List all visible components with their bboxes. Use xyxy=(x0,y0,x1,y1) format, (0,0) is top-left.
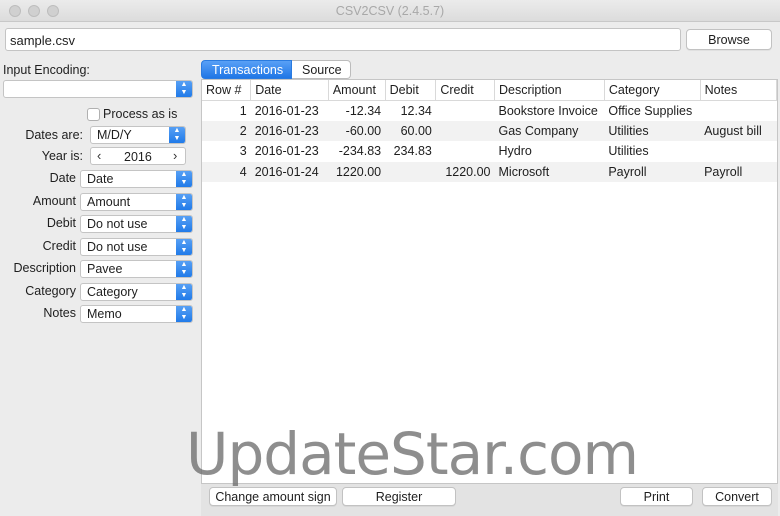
field-select-debit[interactable]: Do not use ▲ ▼ xyxy=(80,215,193,233)
file-path-input[interactable]: sample.csv xyxy=(5,28,681,51)
browse-button[interactable]: Browse xyxy=(686,29,772,50)
field-select-date[interactable]: Date ▲ ▼ xyxy=(80,170,193,188)
table-cell: Utilities xyxy=(604,120,701,141)
watermark: UpdateStar.com xyxy=(186,420,639,488)
field-select-category[interactable]: Category ▲ ▼ xyxy=(80,282,193,301)
input-encoding-select[interactable]: ▲ ▼ xyxy=(3,80,193,98)
print-button[interactable]: Print xyxy=(620,487,693,506)
table-cell: 2016-01-23 xyxy=(250,120,329,141)
register-button[interactable]: Register xyxy=(342,487,456,506)
select-arrows-icon: ▲ ▼ xyxy=(176,193,192,210)
column-header[interactable]: Row # xyxy=(202,80,252,101)
column-header[interactable]: Date xyxy=(250,80,329,101)
year-is-label: Year is: xyxy=(41,149,83,163)
field-label-amount: Amount xyxy=(32,193,76,208)
field-select-value: Do not use xyxy=(87,239,148,254)
table-cell: -234.83 xyxy=(338,144,382,159)
table-cell: Utilities xyxy=(608,144,649,159)
column-header[interactable]: Debit xyxy=(385,80,437,101)
table-cell: 1220.00 xyxy=(435,161,495,182)
table-cell: 2016-01-24 xyxy=(250,161,329,182)
table-cell xyxy=(700,141,776,162)
tab-transactions[interactable]: Transactions xyxy=(201,60,292,79)
table-cell: -12.34 xyxy=(345,103,382,118)
field-select-description[interactable]: Pavee ▲ ▼ xyxy=(80,260,193,278)
dates-are-label: Dates are: xyxy=(25,128,83,142)
field-select-value: Date xyxy=(87,172,114,186)
table-cell: Payroll xyxy=(604,161,701,182)
table-cell: 12.34 xyxy=(400,103,432,118)
column-header[interactable]: Amount xyxy=(328,80,386,101)
process-as-is-checkbox[interactable] xyxy=(87,108,100,121)
table-cell: Payroll xyxy=(700,161,777,182)
field-select-credit[interactable]: Do not use ▲ ▼ xyxy=(80,237,193,256)
table-cell: 1 xyxy=(239,103,247,118)
field-label-notes: Notes xyxy=(43,306,76,320)
field-select-notes[interactable]: Memo ▲ ▼ xyxy=(80,305,193,323)
field-select-value: Amount xyxy=(87,194,131,209)
field-label-description: Description xyxy=(13,261,76,275)
table-cell: Office Supplies xyxy=(608,103,693,118)
select-arrows-icon: ▲ ▼ xyxy=(176,216,192,232)
column-header[interactable]: Credit xyxy=(435,80,495,101)
field-select-amount[interactable]: Amount ▲ ▼ xyxy=(80,192,193,211)
table-cell xyxy=(436,100,495,121)
field-select-value: Do not use xyxy=(87,217,148,231)
field-select-value: Pavee xyxy=(87,262,123,276)
select-arrows-icon: ▲ ▼ xyxy=(176,261,192,277)
table-cell: Microsoft xyxy=(494,161,605,182)
title-bar: CSV2CSV (2.4.5.7) xyxy=(0,0,780,22)
table-row[interactable]: 2 2016-01-23 -60.00 60.00 Gas Company Utiliti… xyxy=(202,120,777,141)
select-arrows-icon: ▲ ▼ xyxy=(176,306,192,322)
field-select-value: Memo xyxy=(87,307,122,321)
table-cell xyxy=(385,161,436,182)
field-label-debit: Debit xyxy=(46,216,76,230)
table-cell xyxy=(436,141,495,162)
table-cell: August bill xyxy=(700,120,777,141)
table-header-row: Row # Date Amount Debit Credit Description Cat… xyxy=(202,80,778,101)
table-cell xyxy=(700,100,776,121)
window-title: CSV2CSV (2.4.5.7) xyxy=(335,4,445,18)
table-cell: 1220.00 xyxy=(328,161,386,182)
table-cell: -60.00 xyxy=(328,120,386,141)
field-label-credit: Credit xyxy=(42,238,76,253)
table-cell: 2016-01-23 xyxy=(254,103,319,118)
table-cell xyxy=(435,120,495,141)
table-cell: Hydro xyxy=(498,144,532,159)
field-label-category: Category xyxy=(25,283,76,298)
table-cell: 2 xyxy=(202,120,251,141)
convert-button[interactable]: Convert xyxy=(702,487,772,506)
table-cell: 234.83 xyxy=(393,144,432,159)
select-arrows-icon: ▲ ▼ xyxy=(169,127,185,143)
field-label-date: Date xyxy=(49,171,76,185)
tab-source[interactable]: Source xyxy=(292,60,351,79)
process-as-is-label: Process as is xyxy=(103,107,178,121)
select-arrows-icon: ▲ ▼ xyxy=(176,171,192,187)
select-arrows-icon: ▲ ▼ xyxy=(176,283,192,300)
table-row[interactable]: 1 2016-01-23 -12.34 12.34 Bookstore Invoice O… xyxy=(202,100,777,121)
table-cell: 60.00 xyxy=(385,120,436,141)
year-value: 2016 xyxy=(124,150,152,164)
table-row[interactable]: 4 2016-01-24 1220.00 1220.00 Microsoft Payrol… xyxy=(202,161,777,182)
dates-format-select[interactable]: M/D/Y ▲ ▼ xyxy=(90,126,186,144)
table-row[interactable]: 3 2016-01-23 -234.83 234.83 Hydro Utilities xyxy=(202,141,777,162)
table-cell: Bookstore Invoice xyxy=(498,103,598,118)
chevron-left-icon[interactable]: ‹ xyxy=(97,148,101,163)
table-cell: 4 xyxy=(202,161,251,182)
change-amount-sign-button[interactable]: Change amount sign xyxy=(209,487,337,506)
field-select-value: Category xyxy=(87,284,138,299)
column-header[interactable]: Notes xyxy=(700,80,778,101)
year-stepper[interactable]: ‹ 2016 › xyxy=(90,147,186,165)
table-cell: 2016-01-23 xyxy=(254,144,319,159)
select-arrows-icon: ▲ ▼ xyxy=(176,81,192,97)
column-header[interactable]: Description xyxy=(494,80,605,101)
select-arrows-icon: ▲ ▼ xyxy=(176,238,192,255)
input-encoding-label: Input Encoding: xyxy=(3,63,90,77)
column-header[interactable]: Category xyxy=(604,80,701,101)
table-cell: Gas Company xyxy=(494,120,605,141)
table-cell: 3 xyxy=(239,144,247,159)
chevron-right-icon[interactable]: › xyxy=(173,148,177,163)
